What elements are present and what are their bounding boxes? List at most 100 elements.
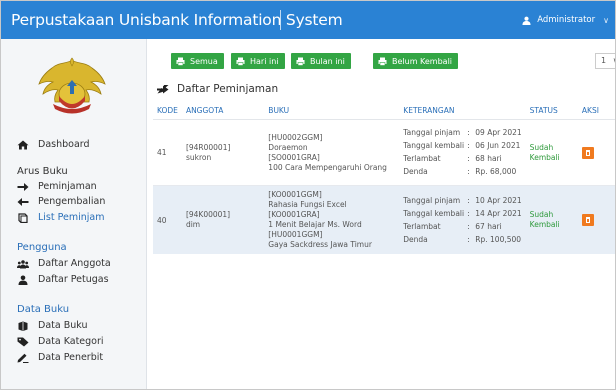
delete-button[interactable] [581,214,594,226]
label-tanggal-pinjam: Tanggal pinjam [403,195,461,205]
label-denda: Denda [403,167,428,176]
arrow-right-icon [157,84,169,93]
value-tanggal-pinjam: 09 Apr 2021 [475,128,522,137]
book-code: [HU0002GGM] [268,132,323,142]
status-text: Kembali [529,152,560,162]
value-denda: Rp. 68,000 [475,167,517,176]
cell-aksi [577,119,615,186]
sidebar-item-label: Dashboard [38,139,90,150]
app-title[interactable]: Perpustakaan Unisbank Information System [11,1,343,39]
delete-button[interactable] [581,146,594,159]
sidebar-item-pengembalian[interactable]: Pengembalian [17,196,105,207]
sidebar-item-dashboard[interactable]: Dashboard [17,139,90,150]
print-icon [378,57,387,66]
trash-icon [585,149,590,156]
filter-button-label: Belum Kembali [392,56,453,66]
book-icon [18,321,28,331]
sidebar-item-data-penerbit[interactable]: Data Penerbit [17,352,103,363]
separator: : [467,141,470,150]
cell-buku: [KO0001GGM] Rahasia Fungsi Excel [KO0001… [264,185,400,254]
section-heading-pengguna: Pengguna [17,242,67,253]
sidebar-item-label: Data Penerbit [38,352,104,363]
status-text: Kembali [529,220,560,229]
cell-buku: [HU0002GGM] Doraemon [SO0001GRA] 100 Car… [264,119,400,186]
sidebar-item-list-peminjam[interactable]: List Peminjam [17,212,105,223]
label-tanggal-kembali: Tanggal kembali [403,141,465,150]
value-terlambat: 68 hari [475,154,502,163]
separator: : [467,195,470,205]
print-icon [236,57,245,66]
status-text: Sudah [529,210,554,219]
cell-kode: 40 [153,185,182,254]
separator: : [467,221,470,231]
book-code: [KO0001GGM] [268,190,322,199]
label-terlambat: Terlambat [403,154,441,163]
filter-button-label: Bulan ini [310,56,345,66]
loan-table: KODE ANGGOTA BUKU KETERANGAN STATUS AKSI… [153,102,615,254]
filter-button-semua[interactable]: Semua [171,53,224,69]
user-name: Administrator [537,15,596,25]
sidebar-item-daftar-petugas[interactable]: Daftar Petugas [17,274,109,285]
column-header-keterangan[interactable]: KETERANGAN [399,102,526,120]
value-terlambat: 67 hari [475,221,502,231]
cell-anggota: [94R00001] sukron [181,119,265,186]
sidebar-item-label: Daftar Anggota [38,258,111,269]
separator: : [467,208,470,218]
sidebar-item-label: Pengembalian [38,196,106,207]
book-title: Gaya Sackdress Jawa Timur [268,240,372,249]
users-icon [17,259,29,268]
book-title: 100 Cara Mempengaruhi Orang [268,162,387,172]
print-icon [296,57,305,66]
page-size-value: 1 [601,56,607,65]
university-logo [38,57,106,114]
separator: : [467,234,470,244]
table-row: 40 [94K00001] dim [KO0001GGM] Rahasia Fu… [153,185,615,254]
chevron-down-icon: ∨ [613,56,615,65]
status-text: Sudah [529,142,554,152]
sidebar-item-peminjaman[interactable]: Peminjaman [17,181,97,192]
column-header-kode[interactable]: KODE [153,102,182,120]
filter-button-hari-ini[interactable]: Hari ini [231,53,285,69]
sidebar-item-label: Daftar Petugas [38,274,109,285]
arrow-right-icon [17,182,29,191]
sidebar-item-label: Data Buku [38,320,88,331]
label-tanggal-kembali: Tanggal kembali [403,208,465,218]
sidebar-item-data-kategori[interactable]: Data Kategori [17,336,104,347]
cell-status: Sudah Kembali [525,119,578,186]
column-header-status[interactable]: STATUS [525,102,578,120]
page-size-select[interactable]: 1 ∨ [595,53,615,69]
sidebar-item-daftar-anggota[interactable]: Daftar Anggota [17,258,111,269]
table-header-row: KODE ANGGOTA BUKU KETERANGAN STATUS AKSI [153,102,615,120]
user-menu[interactable]: Administrator ∨ [522,1,609,39]
edit-icon [17,353,29,363]
section-title-text: Daftar Peminjaman [177,83,279,95]
section-title: Daftar Peminjaman [157,83,278,95]
title-divider [280,10,281,30]
member-code: [94R00001] [185,142,231,152]
label-terlambat: Terlambat [403,221,441,231]
sidebar-item-label: List Peminjam [38,212,105,223]
app-window: Perpustakaan Unisbank Information System… [0,0,616,390]
member-code: [94K00001] [185,210,231,219]
arrow-left-icon [17,197,29,206]
book-title: Rahasia Fungsi Excel [268,200,347,209]
separator: : [467,154,470,163]
sidebar-item-data-buku[interactable]: Data Buku [17,320,87,331]
filter-button-label: Semua [190,56,218,66]
column-header-aksi[interactable]: AKSI [577,102,615,120]
value-tanggal-kembali: 14 Apr 2021 [475,208,522,218]
cell-kode: 41 [153,119,182,186]
filter-button-belum-kembali[interactable]: Belum Kembali [373,53,459,69]
column-header-buku[interactable]: BUKU [264,102,400,120]
print-icon [176,57,185,66]
filter-button-bulan-ini[interactable]: Bulan ini [291,53,351,69]
book-code: [KO0001GRA] [268,210,320,219]
filter-button-label: Hari ini [250,56,279,66]
sidebar: Dashboard Arus Buku Peminjaman Pengembal… [1,39,147,389]
cell-keterangan: Tanggal pinjam:10 Apr 2021 Tanggal kemba… [399,185,526,254]
value-tanggal-kembali: 06 Jun 2021 [475,141,521,150]
cell-aksi [577,185,615,254]
sidebar-item-label: Peminjaman [38,181,97,192]
section-heading-arus-buku: Arus Buku [17,166,68,177]
column-header-anggota[interactable]: ANGGOTA [181,102,265,120]
